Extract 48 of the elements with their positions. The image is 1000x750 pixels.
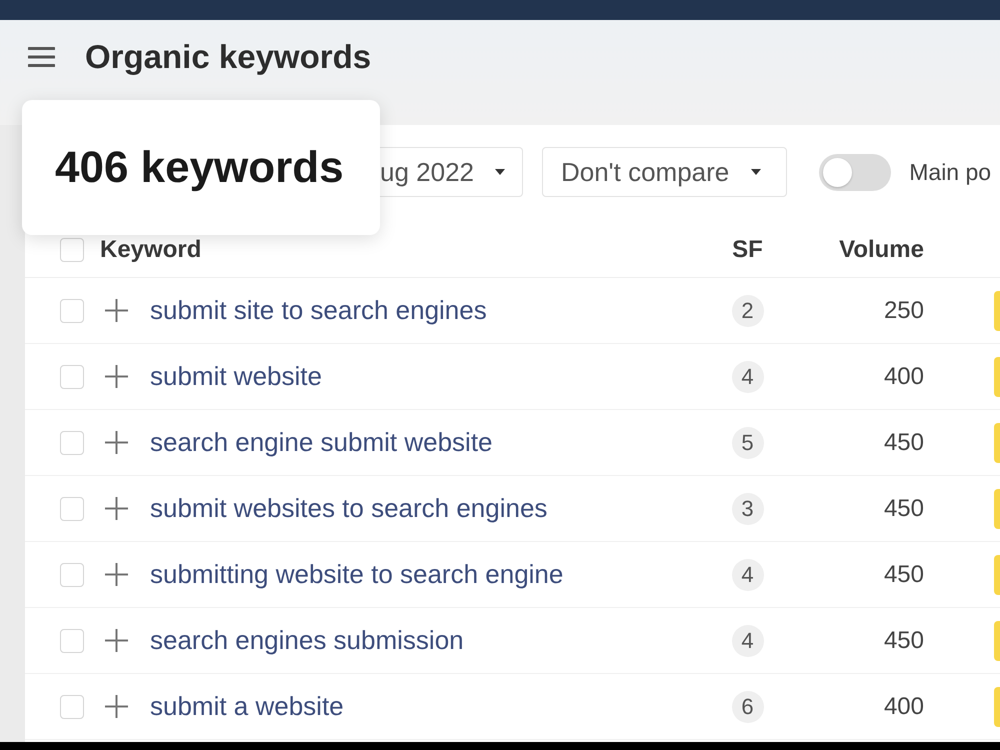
- keyword-link[interactable]: submitting website to search engine: [150, 555, 564, 594]
- plus-icon[interactable]: [105, 431, 128, 454]
- keyword-link[interactable]: submit a website: [150, 687, 344, 726]
- checkbox[interactable]: [60, 298, 84, 322]
- keyword-link[interactable]: submit site to search engines: [150, 291, 487, 330]
- volume-value: 450: [884, 428, 924, 458]
- sf-count: 2: [732, 294, 764, 326]
- volume-value: 450: [884, 560, 924, 590]
- column-header[interactable]: Volume: [839, 232, 924, 268]
- sf-count: 6: [732, 690, 764, 722]
- volume-value: 250: [884, 296, 924, 326]
- volume-value: 400: [884, 692, 924, 722]
- volume-value: 450: [884, 494, 924, 524]
- keyword-count-tooltip: 406 keywords: [22, 100, 380, 235]
- volume-value: 450: [884, 626, 924, 656]
- sf-count: 4: [732, 624, 764, 656]
- column-header[interactable]: Keyword: [100, 236, 202, 262]
- checkbox[interactable]: [60, 694, 84, 718]
- checkbox[interactable]: [60, 238, 84, 262]
- compare-dropdown[interactable]: Don't compare: [542, 147, 788, 197]
- plus-icon[interactable]: [105, 629, 128, 652]
- keyword-link[interactable]: submit websites to search engines: [150, 489, 548, 528]
- sf-count: 4: [732, 558, 764, 590]
- checkbox[interactable]: [60, 496, 84, 520]
- keyword-link[interactable]: submit website: [150, 357, 322, 396]
- date-dropdown[interactable]: ug 2022: [380, 147, 523, 197]
- toggle-label: Main po: [909, 158, 992, 187]
- plus-icon[interactable]: [105, 563, 128, 586]
- keyword-link[interactable]: search engine submit website: [150, 423, 493, 462]
- caret-down-icon: [751, 169, 762, 175]
- checkbox[interactable]: [60, 562, 84, 586]
- plus-icon[interactable]: [105, 695, 128, 718]
- plus-icon[interactable]: [105, 299, 128, 322]
- sf-count: 5: [732, 426, 764, 458]
- toggle-switch[interactable]: [819, 154, 892, 190]
- plus-icon[interactable]: [105, 365, 128, 388]
- menu-icon[interactable]: [28, 46, 55, 68]
- plus-icon[interactable]: [105, 497, 128, 520]
- checkbox[interactable]: [60, 430, 84, 454]
- sf-count: 3: [732, 492, 764, 524]
- volume-value: 400: [884, 362, 924, 392]
- page-title: Organic keywords: [85, 38, 372, 76]
- caret-down-icon: [494, 169, 505, 175]
- checkbox[interactable]: [60, 364, 84, 388]
- checkbox[interactable]: [60, 628, 84, 652]
- sf-count: 4: [732, 360, 764, 392]
- keyword-link[interactable]: search engines submission: [150, 621, 464, 660]
- column-header[interactable]: SF: [732, 232, 763, 268]
